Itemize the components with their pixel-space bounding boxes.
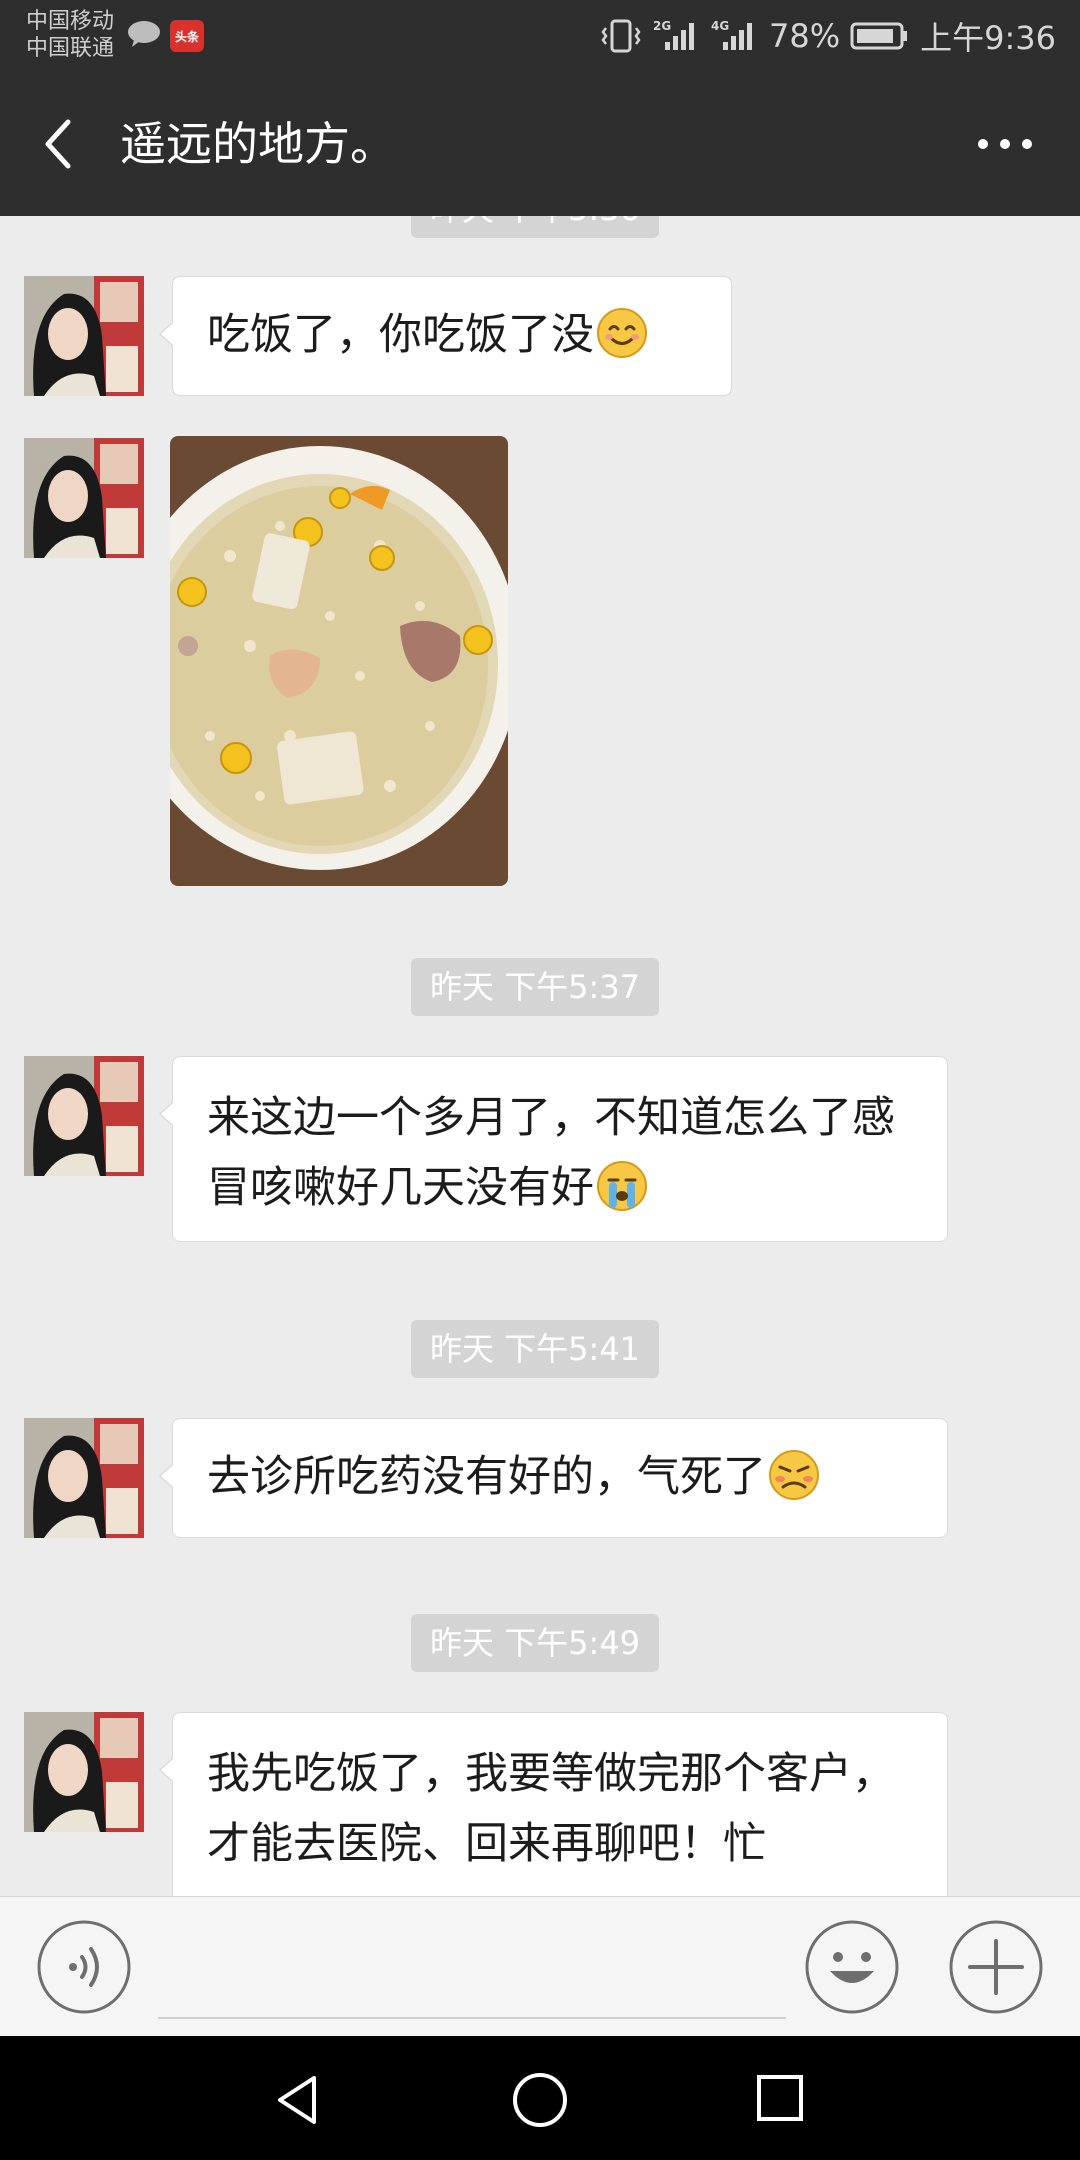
avatar[interactable] bbox=[24, 276, 144, 396]
nav-recent-icon[interactable] bbox=[754, 2072, 806, 2124]
nav-home-icon[interactable] bbox=[510, 2070, 570, 2130]
input-bar bbox=[0, 1896, 1080, 2036]
avatar[interactable] bbox=[24, 438, 144, 558]
chat-header: 遥远的地方。 bbox=[0, 72, 1080, 216]
clock: 上午9:36 bbox=[920, 19, 1056, 57]
message-bubble[interactable]: 我先吃饭了，我要等做完那个客户，才能去医院、回来再聊吧！忙 bbox=[159, 1712, 948, 1896]
timestamp: 昨天 下午5:41 bbox=[411, 1320, 660, 1378]
avatar[interactable] bbox=[24, 1056, 144, 1176]
app-badge-label: 头条 bbox=[174, 29, 199, 44]
timestamp: 昨天 下午5:37 bbox=[411, 958, 660, 1016]
smile-emoji bbox=[597, 308, 647, 358]
toutiao-app-icon: 头条 bbox=[170, 20, 204, 52]
carrier-info: 中国移动 中国联通 bbox=[26, 8, 114, 62]
message-text: 去诊所吃药没有好的，气死了 bbox=[207, 1452, 766, 1502]
corn-porridge-photo[interactable] bbox=[170, 436, 508, 886]
avatar[interactable] bbox=[24, 1418, 144, 1538]
message-text: 来这边一个多月了，不知道怎么了感冒咳嗽好几天没有好 bbox=[207, 1093, 895, 1213]
carrier-2: 中国联通 bbox=[26, 36, 115, 61]
avatar[interactable] bbox=[24, 1712, 144, 1832]
vibrate-icon bbox=[601, 19, 641, 53]
message-bubble[interactable]: 去诊所吃药没有好的，气死了 bbox=[159, 1418, 948, 1538]
crying-emoji bbox=[597, 1161, 647, 1211]
battery-icon bbox=[850, 22, 908, 50]
message-text: 吃饭了，你吃饭了没 bbox=[207, 310, 594, 360]
network-1-label: 2G bbox=[653, 19, 671, 33]
back-arrow-icon[interactable] bbox=[30, 108, 86, 180]
plus-icon[interactable] bbox=[948, 1919, 1044, 2015]
signal-icon: 4G bbox=[711, 19, 752, 50]
message-icon bbox=[128, 21, 160, 47]
timestamp: 昨天 下午5:49 bbox=[411, 1614, 660, 1672]
message-text: 我先吃饭了，我要等做完那个客户，才能去医院、回来再聊吧！忙 bbox=[207, 1749, 895, 1869]
status-bar: 中国移动 中国联通 头条 2G 4G 78% 上午9:36 bbox=[0, 0, 1080, 72]
timestamp: 昨天 下午5:36 bbox=[411, 216, 660, 238]
nav-back-icon[interactable] bbox=[270, 2072, 326, 2128]
network-2-label: 4G bbox=[711, 19, 729, 33]
battery-percent: 78% bbox=[769, 17, 841, 55]
signal-icon: 2G bbox=[653, 19, 694, 50]
chat-title: 遥远的地方。 bbox=[120, 117, 396, 171]
message-bubble[interactable]: 吃饭了，你吃饭了没 bbox=[159, 276, 732, 396]
voice-icon[interactable] bbox=[36, 1919, 132, 2015]
status-indicators: 2G 4G 78% 上午9:36 bbox=[599, 14, 1056, 58]
angry-emoji bbox=[769, 1450, 819, 1500]
message-bubble[interactable]: 来这边一个多月了，不知道怎么了感冒咳嗽好几天没有好 bbox=[159, 1056, 948, 1242]
carrier-1: 中国移动 bbox=[26, 9, 115, 34]
message-input[interactable] bbox=[158, 1917, 786, 2019]
more-dots-icon[interactable] bbox=[970, 118, 1040, 170]
chat-area[interactable]: 昨天 下午5:36 吃饭了，你吃饭了没 bbox=[0, 216, 1080, 1896]
system-nav-bar bbox=[0, 2036, 1080, 2160]
emoji-icon[interactable] bbox=[804, 1919, 900, 2015]
